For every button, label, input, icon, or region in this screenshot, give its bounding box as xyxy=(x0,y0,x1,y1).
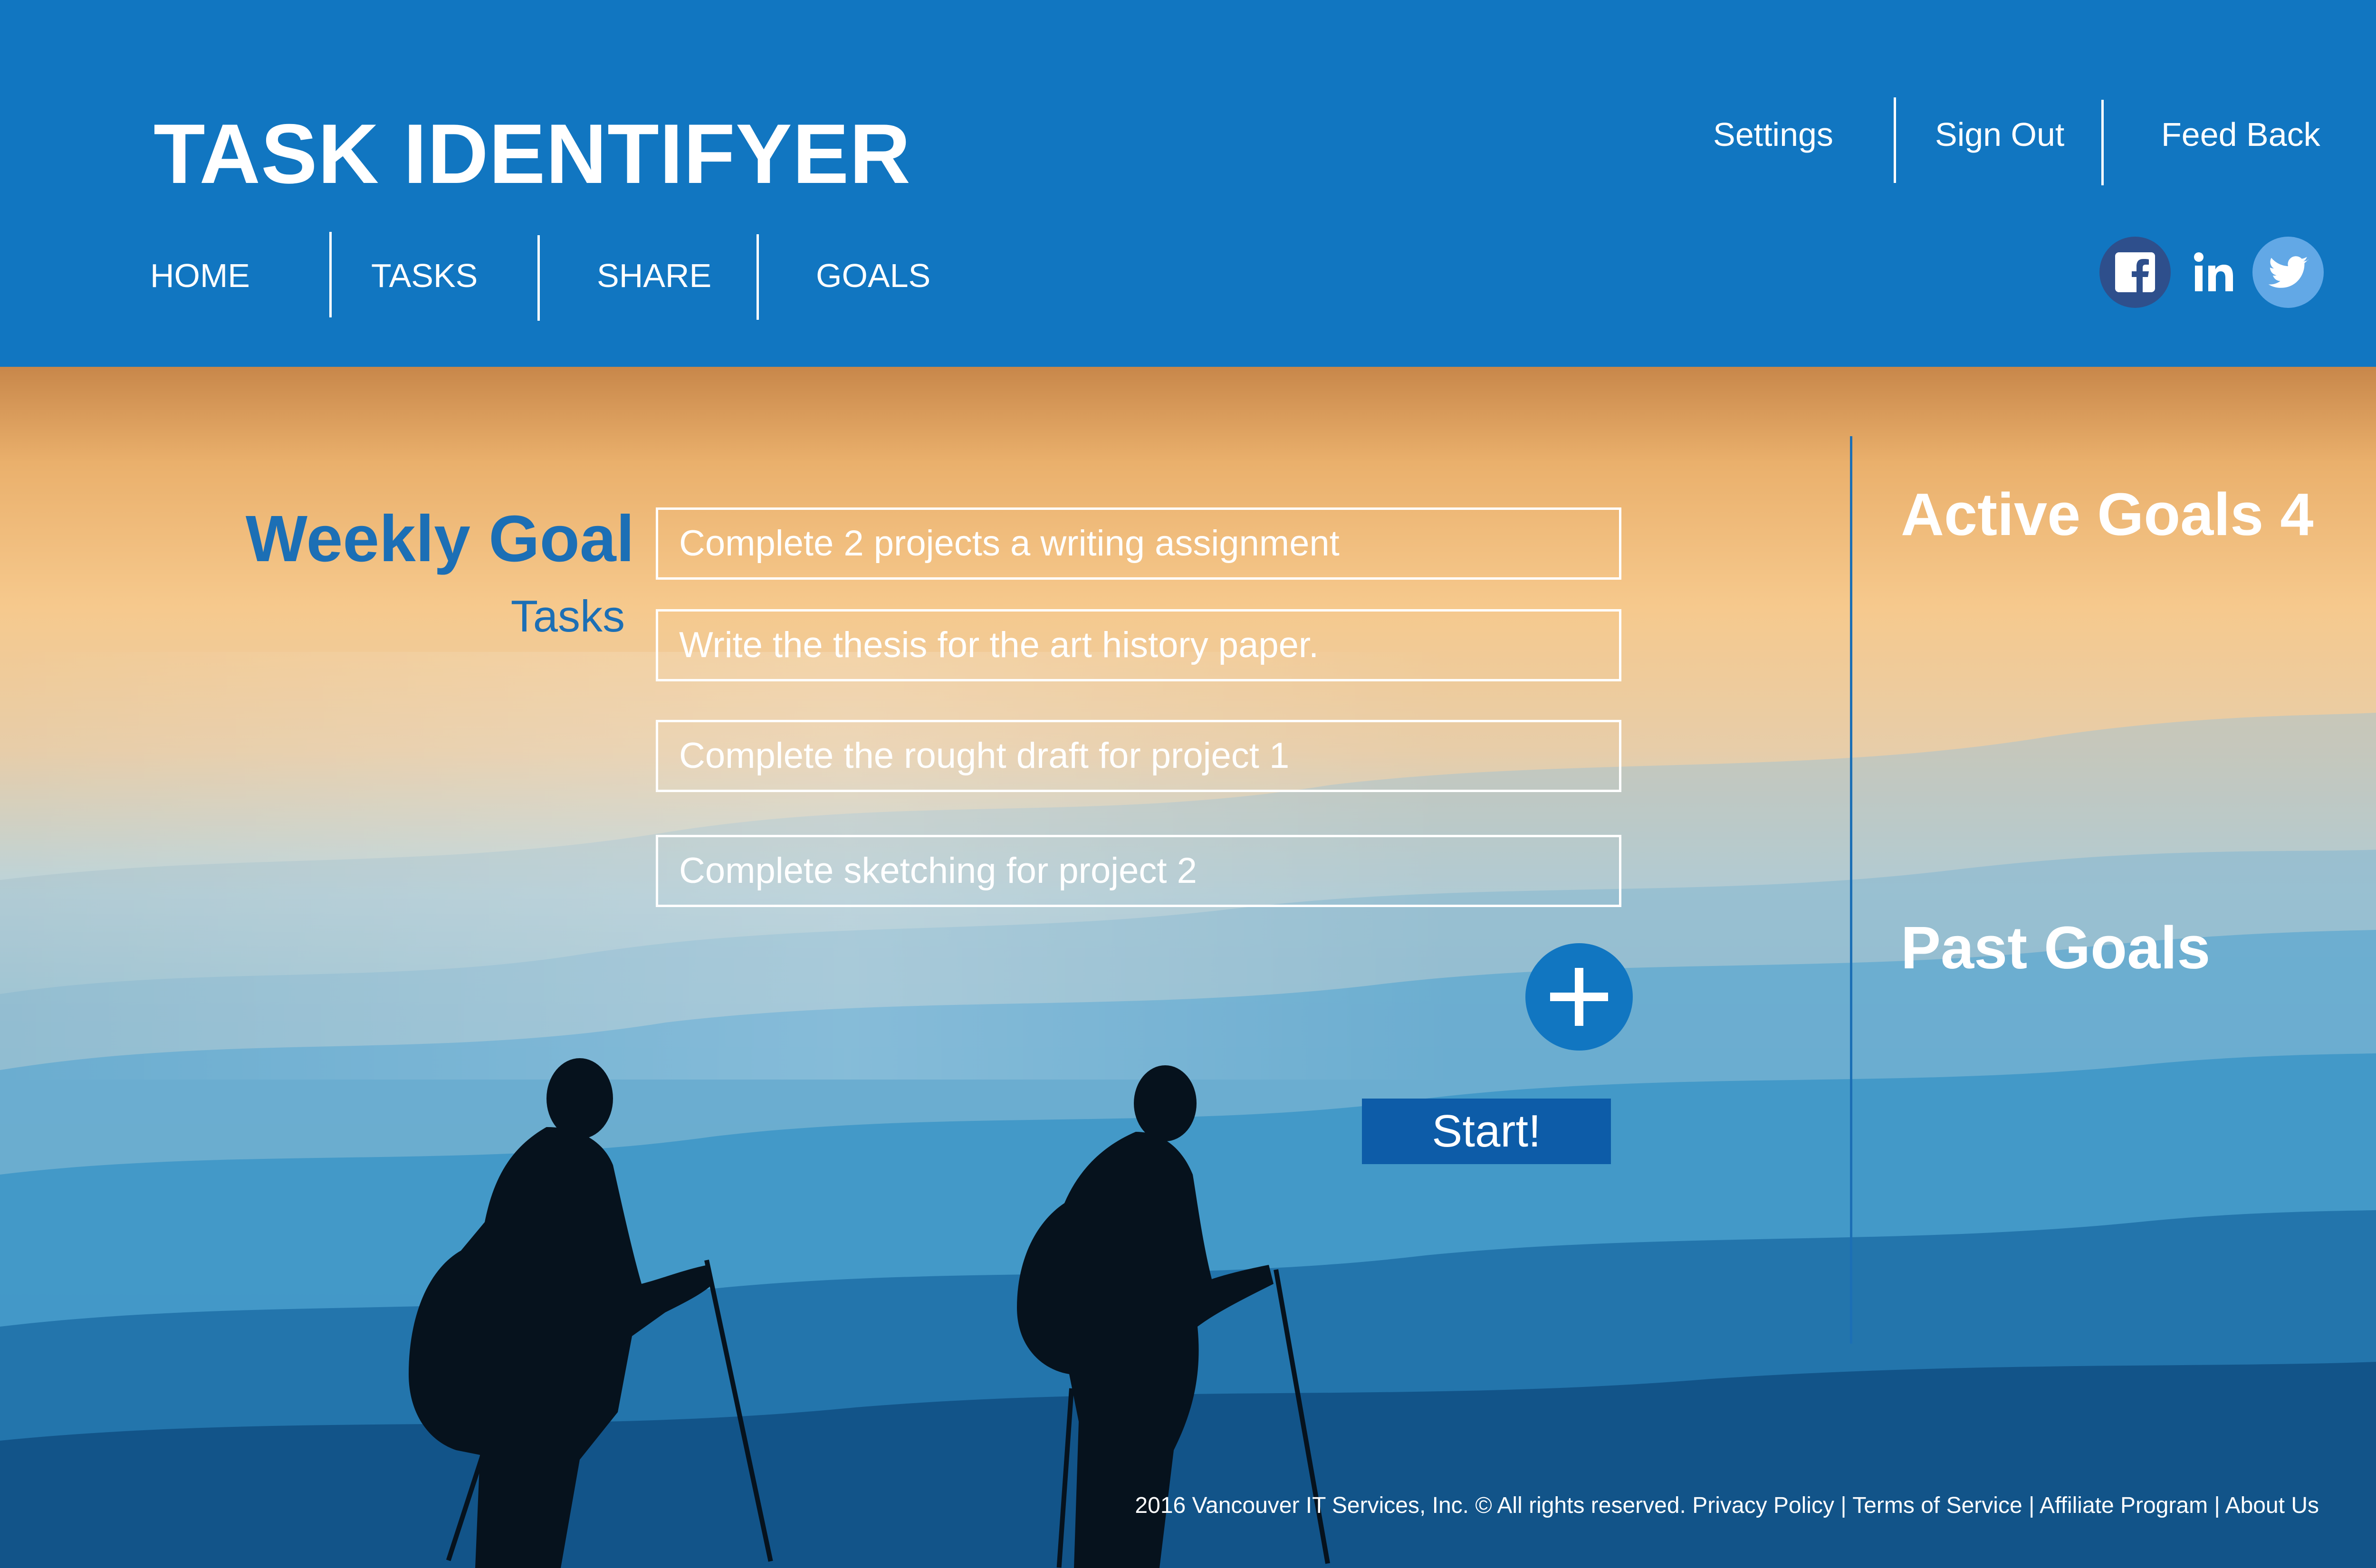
facebook-icon[interactable] xyxy=(2099,237,2171,308)
linkedin-icon[interactable] xyxy=(2178,237,2250,308)
settings-link[interactable]: Settings xyxy=(1713,118,1833,151)
weekly-goal-heading: Weekly Goal xyxy=(245,502,634,575)
start-button[interactable]: Start! xyxy=(1362,1099,1611,1164)
divider-line xyxy=(757,234,759,320)
divider-line xyxy=(2101,100,2104,185)
nav-goals[interactable]: GOALS xyxy=(816,259,930,292)
footer-text: 2016 Vancouver IT Services, Inc. © All r… xyxy=(1135,1493,2319,1518)
site-header: TASK IDENTIFYER Settings Sign Out Feed B… xyxy=(0,0,2376,367)
twitter-icon[interactable] xyxy=(2252,237,2324,308)
past-goals-heading[interactable]: Past Goals xyxy=(1901,918,2210,978)
panel-divider xyxy=(1850,436,1852,1344)
sign-out-link[interactable]: Sign Out xyxy=(1935,118,2064,151)
task-input-2[interactable]: Complete the rought draft for project 1 xyxy=(656,720,1621,792)
divider-line xyxy=(1894,97,1896,183)
task-input-3[interactable]: Complete sketching for project 2 xyxy=(656,835,1621,907)
active-goals-heading[interactable]: Active Goals 4 xyxy=(1901,485,2313,545)
task-input-1[interactable]: Write the thesis for the art history pap… xyxy=(656,609,1621,681)
nav-tasks[interactable]: TASKS xyxy=(371,259,478,292)
divider-line xyxy=(329,232,332,317)
nav-share[interactable]: SHARE xyxy=(597,259,711,292)
divider-line xyxy=(537,235,540,321)
app-title: TASK IDENTIFYER xyxy=(153,106,911,201)
tasks-label: Tasks xyxy=(510,591,625,641)
weekly-goal-input[interactable]: Complete 2 projects a writing assignment xyxy=(656,507,1621,580)
add-task-button[interactable] xyxy=(1525,943,1633,1051)
nav-home[interactable]: HOME xyxy=(150,259,250,292)
plus-icon xyxy=(1550,968,1608,1026)
feedback-link[interactable]: Feed Back xyxy=(2161,118,2320,151)
